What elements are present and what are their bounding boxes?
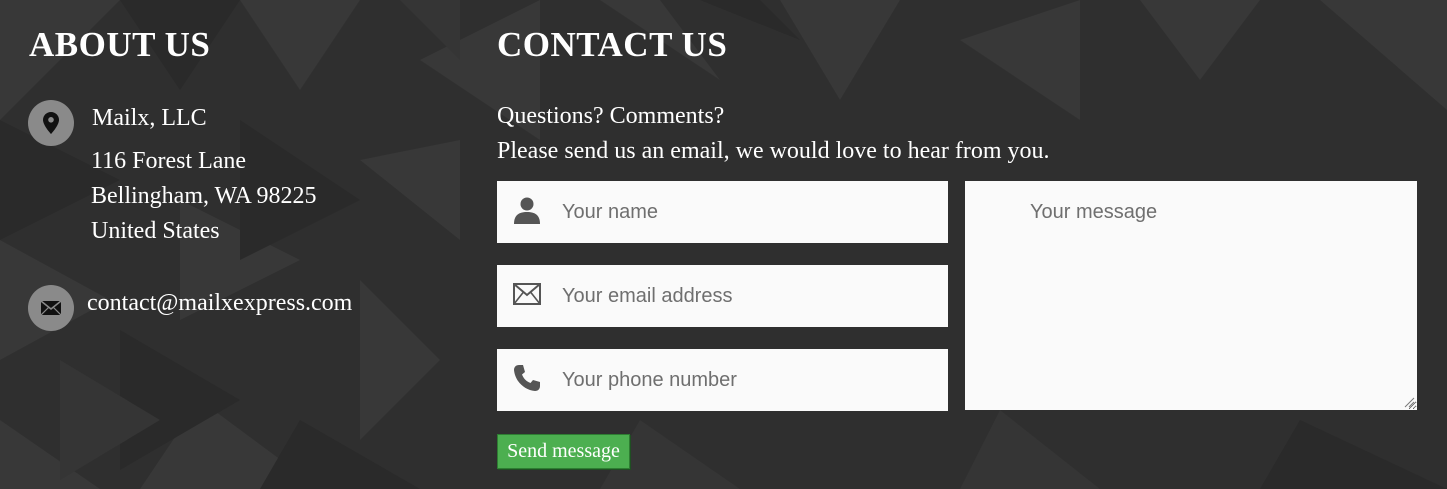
envelope-icon: [28, 285, 74, 331]
email-input[interactable]: [557, 265, 948, 327]
about-heading: ABOUT US: [29, 25, 211, 64]
company-name: Mailx, LLC: [92, 105, 207, 131]
contact-intro-line-2: Please send us an email, we would love t…: [497, 138, 1050, 164]
contact-email-link[interactable]: contact@mailxexpress.com: [87, 290, 352, 317]
contact-intro-line-1: Questions? Comments?: [497, 103, 725, 129]
name-input[interactable]: [557, 181, 948, 243]
address-line-3: United States: [91, 218, 220, 244]
phone-input[interactable]: [557, 349, 948, 411]
resize-grip-icon[interactable]: [1403, 396, 1415, 408]
name-field: [497, 181, 948, 243]
phone-icon: [497, 349, 557, 411]
address-line-1: 116 Forest Lane: [91, 148, 247, 174]
map-pin-icon: [28, 100, 74, 146]
phone-field: [497, 349, 948, 411]
address-line-2: Bellingham, WA 98225: [91, 183, 317, 209]
message-textarea[interactable]: [965, 181, 1417, 410]
contact-heading: CONTACT US: [497, 25, 728, 64]
send-message-button[interactable]: Send message: [497, 434, 630, 469]
email-field: [497, 265, 948, 327]
envelope-outline-icon: [497, 265, 557, 327]
user-icon: [497, 181, 557, 243]
footer-section: ABOUT US Mailx, LLC 116 Forest Lane Bell…: [0, 0, 1447, 489]
